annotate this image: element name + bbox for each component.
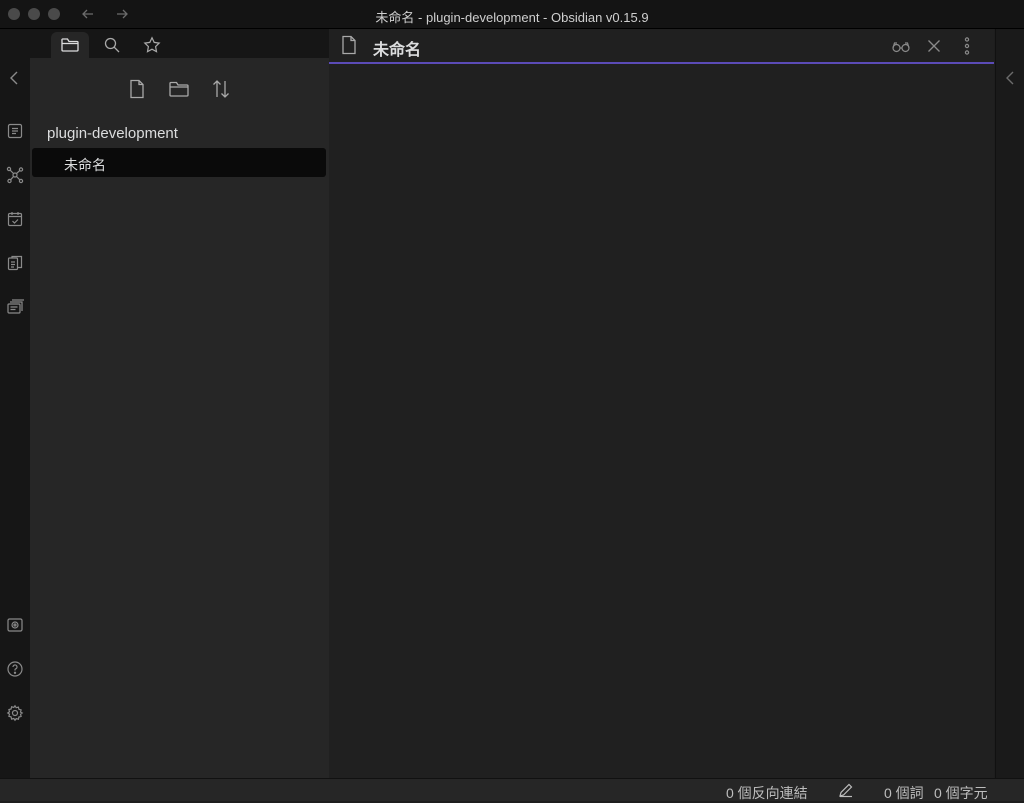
title-bar: 未命名 - plugin-development - Obsidian v0.1…	[0, 0, 1024, 29]
star-icon	[143, 36, 161, 53]
file-explorer-panel: plugin-development 未命名	[30, 58, 329, 778]
edit-mode-icon[interactable]	[838, 782, 854, 798]
collapse-left-icon[interactable]	[6, 69, 24, 87]
tab-file-explorer[interactable]	[51, 32, 89, 58]
right-sidebar-collapsed	[995, 29, 1024, 778]
slides-icon[interactable]	[6, 298, 24, 316]
new-note-button[interactable]	[126, 78, 148, 100]
close-icon[interactable]	[924, 36, 944, 56]
word-count: 0 個詞	[884, 785, 924, 801]
document-icon	[340, 35, 358, 55]
reading-view-icon[interactable]	[891, 36, 911, 56]
help-icon[interactable]	[6, 660, 24, 678]
sort-order-button[interactable]	[210, 78, 232, 100]
left-sidebar-tabs	[30, 29, 329, 58]
tab-bookmarks[interactable]	[133, 32, 171, 58]
editor-header: 未命名	[329, 29, 994, 64]
editor-title[interactable]: 未命名	[373, 36, 421, 60]
file-item-active[interactable]: 未命名	[32, 148, 326, 177]
templates-icon[interactable]	[6, 254, 24, 272]
status-bar: 0 個反向連結 0 個詞 0 個字元	[0, 778, 1024, 801]
window-title: 未命名 - plugin-development - Obsidian v0.1…	[375, 10, 649, 25]
editor-pane: 未命名	[329, 29, 994, 778]
more-options-icon[interactable]	[957, 36, 977, 56]
quick-switcher-icon[interactable]	[6, 122, 24, 140]
search-icon	[104, 37, 120, 53]
daily-note-icon[interactable]	[6, 210, 24, 228]
vault-switcher-icon[interactable]	[6, 616, 24, 634]
tab-search[interactable]	[93, 32, 131, 58]
file-item-label: 未命名	[64, 157, 106, 173]
backlinks-count[interactable]: 0 個反向連結	[726, 783, 808, 803]
graph-view-icon[interactable]	[6, 166, 24, 184]
folder-icon	[61, 38, 79, 52]
new-folder-button[interactable]	[168, 78, 190, 100]
char-count: 0 個字元	[934, 785, 988, 801]
new-folder-icon	[169, 81, 189, 97]
settings-icon[interactable]	[6, 704, 24, 722]
sort-icon	[213, 80, 229, 98]
new-note-icon	[130, 79, 144, 99]
expand-right-icon[interactable]	[1002, 69, 1020, 87]
ribbon	[0, 29, 31, 778]
vault-name[interactable]: plugin-development	[47, 125, 178, 142]
